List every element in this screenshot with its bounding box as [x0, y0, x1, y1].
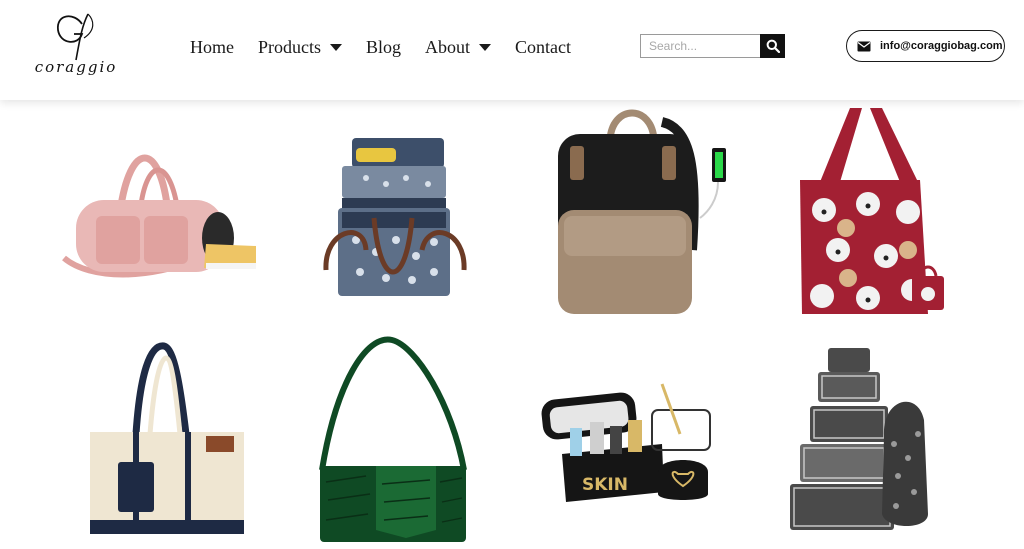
packing-cubes-set-image: [790, 348, 928, 530]
laptop-backpack-image: [558, 109, 726, 314]
search-icon: [766, 39, 780, 53]
product-card-packing-cubes[interactable]: [768, 324, 1024, 548]
nav-home-label: Home: [190, 36, 234, 57]
email-address: info@coraggiobag.com: [880, 40, 1003, 52]
nav-about-label: About: [425, 36, 471, 57]
search-form: [640, 34, 785, 58]
red-shopping-tote-image: [800, 108, 944, 314]
nav-contact[interactable]: Contact: [515, 37, 571, 58]
caret-down-icon: [330, 43, 342, 51]
product-card-canvas-tote[interactable]: [0, 324, 256, 548]
travel-makeup-bag-set-image: SKIN: [541, 383, 711, 502]
nav-blog-label: Blog: [366, 36, 402, 57]
green-shoulder-bag-image: [319, 336, 467, 542]
product-card-makeup-bag[interactable]: SKIN: [512, 324, 768, 548]
nav-products[interactable]: Products: [258, 37, 342, 58]
brand-name: coraggio: [34, 58, 118, 76]
nav-contact-label: Contact: [515, 36, 572, 57]
product-card-shoulder-bag[interactable]: [256, 324, 512, 548]
pink-duffel-bag-image: [62, 154, 256, 278]
svg-text:SKIN: SKIN: [582, 475, 628, 495]
product-card-backpack[interactable]: [512, 100, 768, 324]
caret-down-icon: [479, 43, 492, 51]
search-input[interactable]: [640, 34, 760, 58]
nav-home[interactable]: Home: [190, 37, 234, 58]
site-header: coraggio Home Products Blog About Contac…: [0, 0, 1024, 100]
email-contact-button[interactable]: info@coraggiobag.com: [846, 30, 1005, 62]
lunch-cooler-bag-image: [323, 138, 467, 296]
canvas-tote-bag-image: [90, 342, 244, 534]
product-card-duffel[interactable]: [0, 100, 256, 324]
nav-products-label: Products: [258, 36, 321, 57]
product-grid: SKIN: [0, 100, 1024, 549]
brand-logo[interactable]: coraggio: [22, 8, 130, 94]
search-button[interactable]: [760, 34, 785, 58]
nav-blog[interactable]: Blog: [366, 37, 401, 58]
main-nav: Home Products Blog About Contact: [190, 32, 595, 62]
product-card-cooler[interactable]: [256, 100, 512, 324]
product-card-shopping-tote[interactable]: [768, 100, 1024, 324]
envelope-icon: [857, 41, 871, 51]
nav-about[interactable]: About: [425, 36, 492, 58]
